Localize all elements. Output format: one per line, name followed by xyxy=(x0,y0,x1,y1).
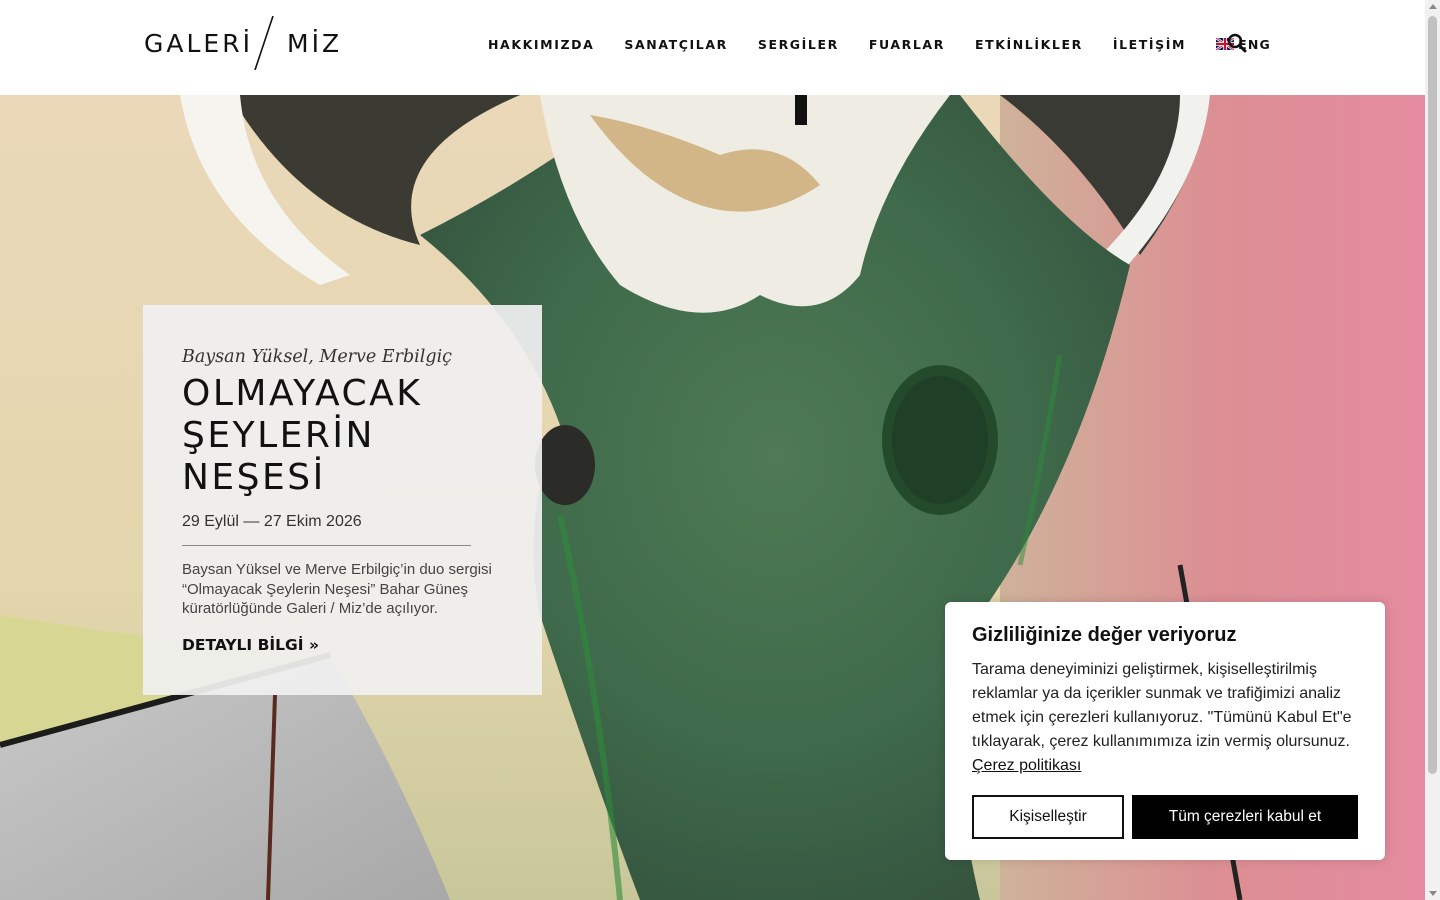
logo-text-right: MİZ xyxy=(287,29,343,58)
nav-sergiler[interactable]: SERGİLER xyxy=(758,37,839,52)
logo-text-left: GALERİ xyxy=(144,29,253,58)
exhibition-title-line-2: ŞEYLERİN xyxy=(182,415,375,456)
exhibition-card: Baysan Yüksel, Merve Erbilgiç OLMAYACAK … xyxy=(143,305,542,695)
customize-button[interactable]: Kişiselleştir xyxy=(972,795,1124,839)
cookie-policy-link[interactable]: Çerez politikası xyxy=(972,757,1081,774)
exhibition-title-line-1: OLMAYACAK xyxy=(182,373,423,414)
exhibition-description: Baysan Yüksel ve Merve Erbilgiç’in duo s… xyxy=(182,561,492,617)
exhibition-dates: 29 Eylül — 27 Ekim 2026 xyxy=(182,513,362,530)
main-nav: HAKKIMIZDA SANATÇILAR SERGİLER FUARLAR E… xyxy=(488,35,1271,53)
scroll-thumb[interactable] xyxy=(1428,16,1437,774)
page-scrollbar[interactable] xyxy=(1425,0,1440,900)
cookie-text: Tarama deneyiminizi geliştirmek, kişisel… xyxy=(972,658,1358,778)
cookie-message: Tarama deneyiminizi geliştirmek, kişisel… xyxy=(972,661,1352,750)
scroll-down-arrow-icon[interactable] xyxy=(1429,891,1437,896)
cookie-buttons: Kişiselleştir Tüm çerezleri kabul et xyxy=(972,795,1358,839)
nav-etkinlikler[interactable]: ETKİNLİKLER xyxy=(975,37,1083,52)
logo-slash xyxy=(254,16,274,70)
scroll-up-arrow-icon[interactable] xyxy=(1429,4,1437,9)
exhibition-title-line-3: NEŞESİ xyxy=(182,457,326,498)
card-divider xyxy=(182,545,471,546)
exhibition-artists: Baysan Yüksel, Merve Erbilgiç xyxy=(182,347,452,367)
details-link[interactable]: DETAYLI BİLGİ » xyxy=(182,636,319,654)
cookie-banner: Gizliliğinize değer veriyoruz Tarama den… xyxy=(945,602,1385,860)
accept-all-button[interactable]: Tüm çerezleri kabul et xyxy=(1132,795,1358,839)
cookie-title: Gizliliğinize değer veriyoruz xyxy=(972,624,1237,646)
site-header: GALERİ MİZ HAKKIMIZDA SANATÇILAR SERGİLE… xyxy=(0,0,1425,95)
nav-hakkimizda[interactable]: HAKKIMIZDA xyxy=(488,37,594,52)
nav-sanatcilar[interactable]: SANATÇILAR xyxy=(624,37,727,52)
exhibition-title: OLMAYACAK ŞEYLERİN NEŞESİ xyxy=(182,373,503,499)
nav-iletisim[interactable]: İLETİŞİM xyxy=(1113,37,1186,52)
search-icon[interactable] xyxy=(1227,33,1247,53)
nav-fuarlar[interactable]: FUARLAR xyxy=(869,37,945,52)
galeri-miz-logo[interactable]: GALERİ MİZ xyxy=(143,16,343,70)
